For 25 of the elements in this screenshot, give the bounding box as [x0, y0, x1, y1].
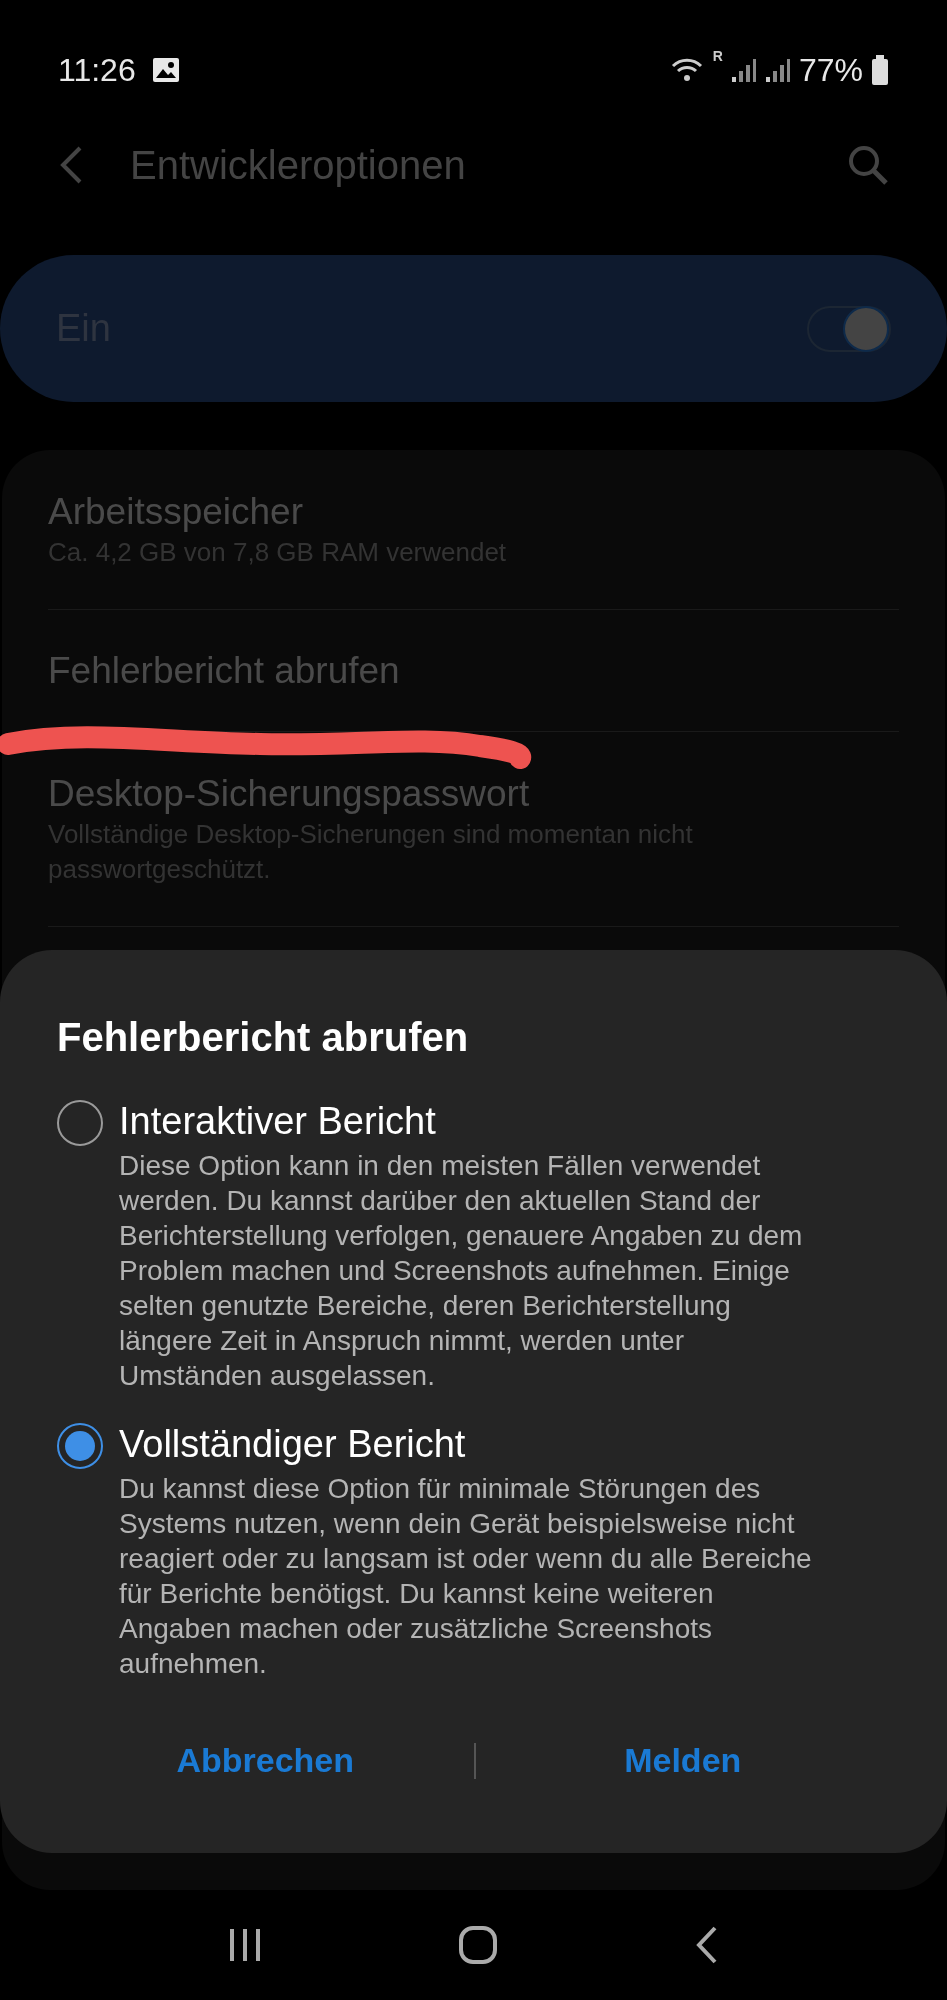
setting-title[interactable]: Desktop-Sicherungspasswort [48, 771, 899, 817]
recent-apps-icon[interactable] [228, 1927, 263, 1963]
battery-percentage: 77% [798, 51, 863, 90]
option-description: Diese Option kann in den meisten Fällen verwendet werden. Du kannst darüber den aktuellen Stand der Berichterstellung verfolgen, genauere Angaben zu dem Problem machen und Screenshots aufnehmen. Einige selten genutzte Bereiche, deren Berichterstellung längere Zeit in Anspruch nimmt, werden unter Umständen ausgelassen. [119, 1149, 804, 1393]
dialog-title: Fehlerbericht abrufen [57, 1014, 470, 1061]
radio-button[interactable] [57, 1423, 103, 1469]
option-label[interactable]: Vollständiger Bericht [119, 1421, 819, 1467]
battery-icon [871, 55, 889, 85]
option-description: Du kannst diese Option für minimale Störungen des Systems nutzen, wenn dein Gerät beispielsweise nicht reagiert oder zu langsam ist oder wenn du alle Bereiche für Berichte benötigst. Du kannst keine weiteren Angaben machen oder zusätzliche Screenshots aufnehmen. [119, 1472, 813, 1681]
home-icon[interactable] [458, 1925, 499, 1965]
setting-title[interactable]: Arbeitsspeicher [48, 489, 899, 535]
dialog-button[interactable]: Abbrechen [57, 1725, 474, 1796]
dialog-button[interactable]: Melden [475, 1725, 890, 1796]
signal-icon [764, 57, 791, 83]
wifi-icon [670, 57, 705, 83]
back-icon[interactable] [694, 1925, 719, 1965]
clock: 11:26 [58, 51, 136, 90]
option-label[interactable]: Interaktiver Bericht [119, 1098, 819, 1144]
roaming-indicator: R [712, 47, 723, 66]
signal-icon [730, 57, 757, 83]
toggle-switch[interactable] [807, 305, 891, 352]
page-title: Entwickleroptionen [130, 142, 466, 189]
radio-button[interactable] [57, 1100, 103, 1146]
image-icon [151, 57, 180, 83]
setting-title[interactable]: Fehlerbericht abrufen [48, 647, 899, 694]
